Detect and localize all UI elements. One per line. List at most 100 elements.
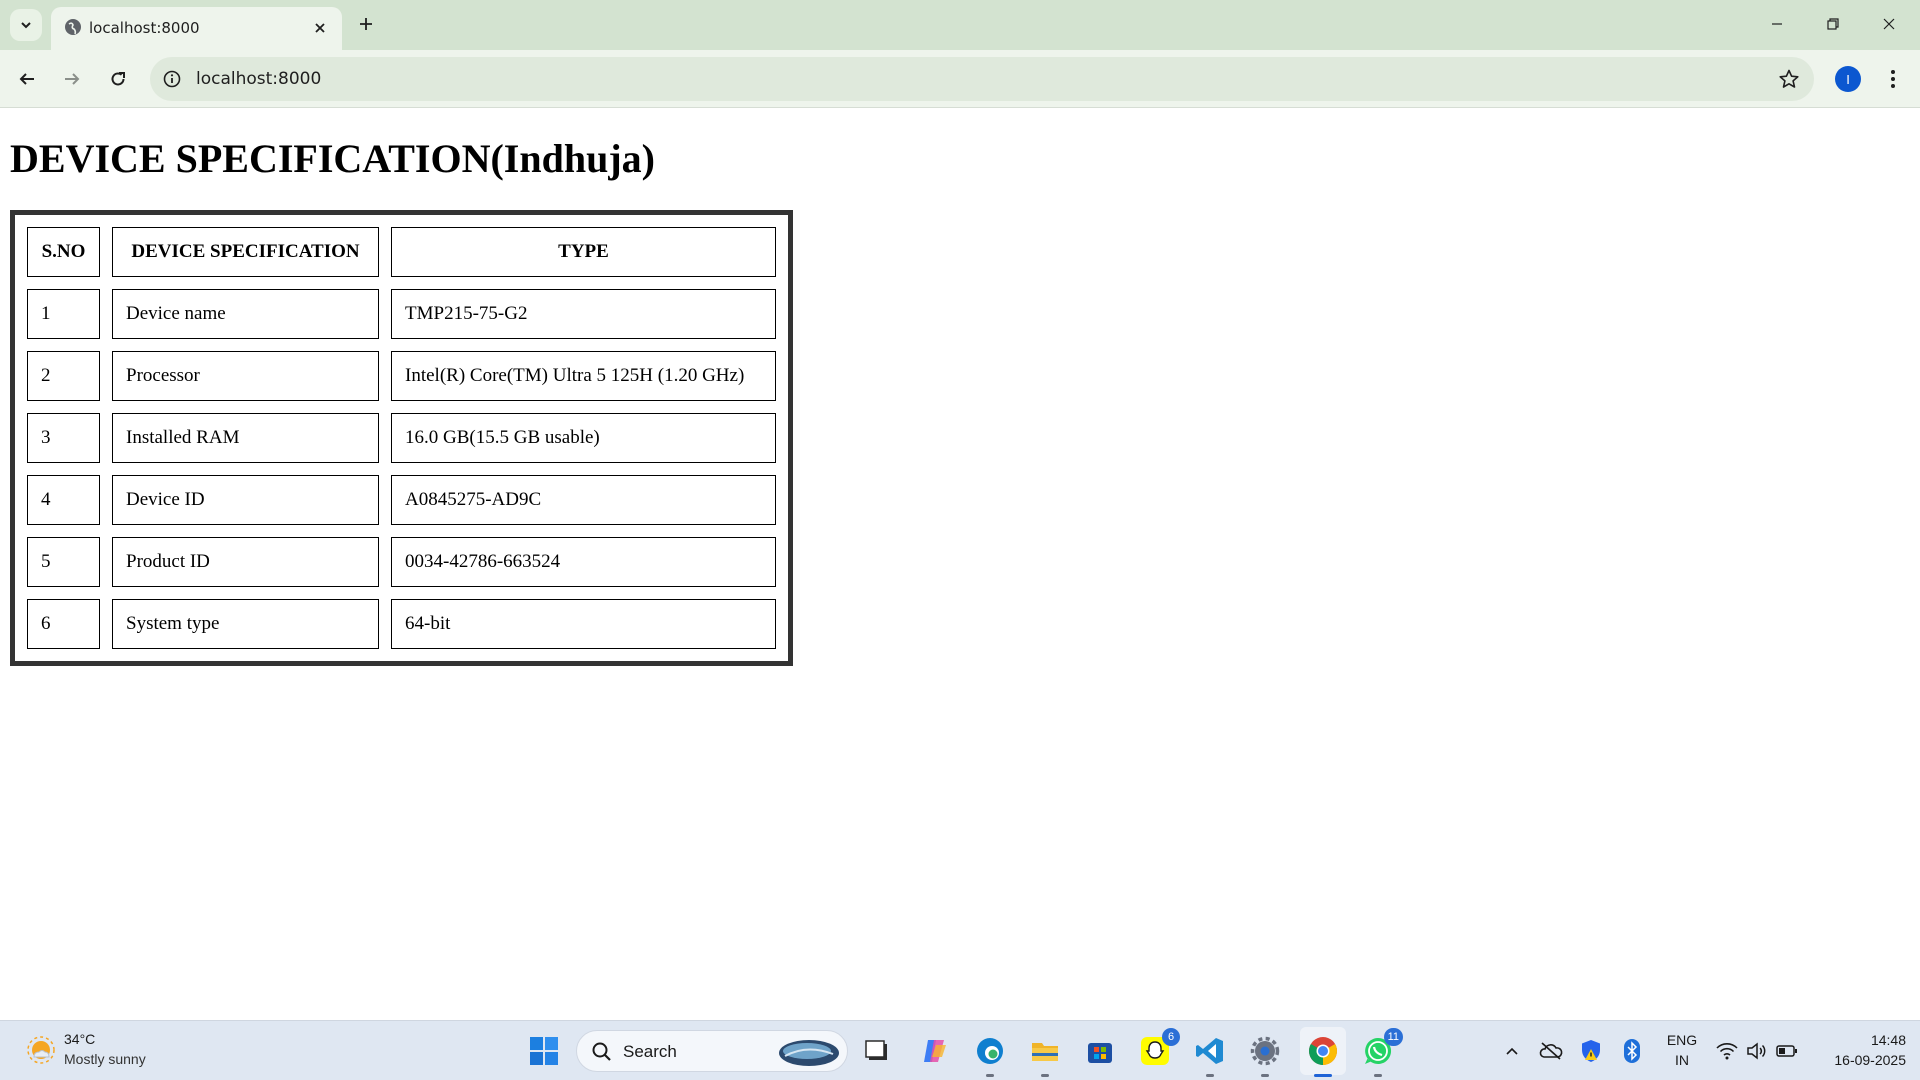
address-bar[interactable]: localhost:8000	[150, 57, 1814, 101]
shield-icon	[1582, 1040, 1600, 1062]
language-primary[interactable]: ENG	[1664, 1032, 1700, 1048]
table-row: 4 Device ID A0845275-AD9C	[27, 475, 776, 525]
language-secondary[interactable]: IN	[1664, 1052, 1700, 1068]
header-sno: S.NO	[27, 227, 100, 277]
row-spec: System type	[112, 599, 379, 649]
running-indicator	[1314, 1074, 1332, 1077]
onedrive-button[interactable]	[1536, 1034, 1566, 1068]
start-button[interactable]	[527, 1034, 561, 1068]
chrome-button[interactable]	[1306, 1034, 1340, 1077]
star-icon[interactable]	[1778, 68, 1800, 90]
running-indicator	[1206, 1074, 1214, 1077]
tab-search-button[interactable]	[10, 9, 42, 41]
restore-button[interactable]	[1821, 12, 1845, 36]
row-spec: Product ID	[112, 537, 379, 587]
row-spec: Installed RAM	[112, 413, 379, 463]
security-button[interactable]	[1576, 1034, 1606, 1068]
table-row: 1 Device name TMP215-75-G2	[27, 289, 776, 339]
copilot-button[interactable]	[918, 1034, 952, 1068]
new-tab-button[interactable]	[354, 12, 378, 36]
tab-title: localhost:8000	[89, 19, 200, 37]
bluetooth-icon	[1624, 1039, 1640, 1063]
chevron-up-icon	[1506, 1047, 1518, 1055]
weather-desc[interactable]: Mostly sunny	[64, 1051, 146, 1067]
snapchat-button[interactable]: 6	[1138, 1028, 1180, 1068]
weather-sun-icon[interactable]	[26, 1035, 56, 1065]
running-indicator	[1261, 1074, 1269, 1077]
vscode-button[interactable]	[1193, 1034, 1227, 1077]
reload-button[interactable]	[104, 65, 132, 93]
browser-toolbar: localhost:8000	[0, 50, 1920, 108]
arrow-right-icon	[65, 73, 80, 85]
edge-button[interactable]	[973, 1034, 1007, 1077]
close-icon	[315, 23, 325, 33]
row-sno: 2	[27, 351, 100, 401]
whatsapp-button[interactable]: 11	[1361, 1028, 1403, 1077]
notification-badge: 11	[1383, 1028, 1403, 1046]
row-type: 0034-42786-663524	[391, 537, 776, 587]
close-icon	[1883, 18, 1895, 30]
battery-icon	[1776, 1045, 1797, 1057]
row-type: Intel(R) Core(TM) Ultra 5 125H (1.20 GHz…	[391, 351, 776, 401]
row-sno: 6	[27, 599, 100, 649]
folder-icon	[1032, 1043, 1058, 1061]
search-label: Search	[623, 1042, 677, 1061]
forward-button[interactable]	[58, 65, 86, 93]
row-sno: 3	[27, 413, 100, 463]
task-view-icon	[865, 1040, 887, 1060]
header-type: TYPE	[391, 227, 776, 277]
info-icon[interactable]	[162, 69, 182, 89]
copilot-icon	[924, 1040, 946, 1062]
row-type: 64-bit	[391, 599, 776, 649]
running-indicator	[986, 1074, 994, 1077]
row-type: 16.0 GB(15.5 GB usable)	[391, 413, 776, 463]
close-window-button[interactable]	[1877, 12, 1901, 36]
tab-strip: localhost:8000	[0, 0, 1920, 50]
clock-time[interactable]: 14:48	[1810, 1032, 1906, 1048]
chevron-down-icon	[21, 22, 31, 29]
row-type: A0845275-AD9C	[391, 475, 776, 525]
spec-table: S.NO DEVICE SPECIFICATION TYPE 1 Device …	[10, 210, 793, 666]
profile-avatar[interactable]: I	[1835, 66, 1861, 92]
restore-icon	[1827, 18, 1839, 30]
row-sno: 4	[27, 475, 100, 525]
battery-button[interactable]	[1772, 1034, 1802, 1068]
globe-icon	[65, 19, 81, 35]
row-sno: 5	[27, 537, 100, 587]
weather-temp[interactable]: 34°C	[64, 1031, 95, 1047]
more-vert-icon	[1891, 70, 1895, 88]
chrome-icon	[1309, 1037, 1337, 1065]
running-indicator	[1374, 1074, 1382, 1077]
taskbar-search[interactable]: Search	[576, 1030, 848, 1072]
browser-menu-button[interactable]	[1882, 66, 1904, 92]
taskbar: 34°C Mostly sunny Search 6 11 ENG IN 14:…	[0, 1020, 1920, 1080]
table-row: 5 Product ID 0034-42786-663524	[27, 537, 776, 587]
minimize-button[interactable]	[1765, 12, 1789, 36]
row-sno: 1	[27, 289, 100, 339]
gear-icon	[1250, 1036, 1280, 1066]
volume-icon	[1747, 1042, 1766, 1060]
table-header-row: S.NO DEVICE SPECIFICATION TYPE	[27, 227, 776, 277]
bluetooth-button[interactable]	[1617, 1034, 1647, 1068]
row-spec: Device ID	[112, 475, 379, 525]
settings-button[interactable]	[1248, 1034, 1282, 1077]
active-tab[interactable]: localhost:8000	[51, 7, 342, 50]
cloud-offline-icon	[1539, 1042, 1563, 1060]
file-explorer-button[interactable]	[1028, 1034, 1062, 1077]
table-row: 2 Processor Intel(R) Core(TM) Ultra 5 12…	[27, 351, 776, 401]
clock-date[interactable]: 16-09-2025	[1810, 1052, 1906, 1068]
wifi-icon	[1716, 1043, 1738, 1060]
wifi-button[interactable]	[1712, 1034, 1742, 1068]
page-content: DEVICE SPECIFICATION(Indhuja) S.NO DEVIC…	[0, 109, 1920, 1020]
store-button[interactable]	[1083, 1034, 1117, 1068]
windows-logo-icon	[530, 1037, 558, 1065]
back-button[interactable]	[13, 65, 41, 93]
search-highlight-icon	[779, 1040, 839, 1066]
tab-close-button[interactable]	[310, 18, 330, 38]
show-hidden-icons-button[interactable]	[1497, 1034, 1527, 1068]
vscode-icon	[1196, 1038, 1223, 1064]
task-view-button[interactable]	[860, 1034, 894, 1068]
row-spec: Device name	[112, 289, 379, 339]
url-text[interactable]: localhost:8000	[196, 69, 321, 89]
volume-button[interactable]	[1742, 1034, 1772, 1068]
